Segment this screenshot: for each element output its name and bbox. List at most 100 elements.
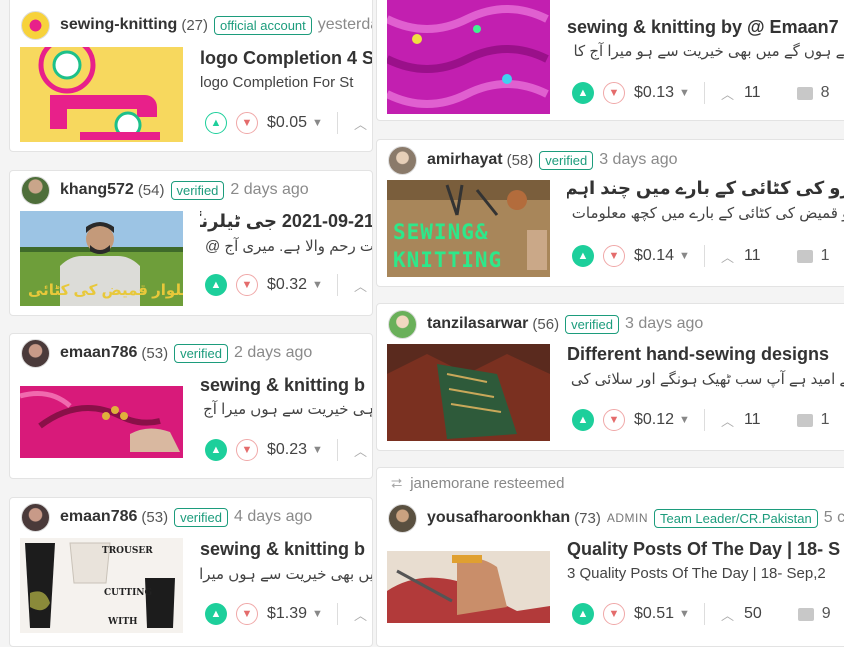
post-title[interactable]: logo Completion 4 S xyxy=(200,48,372,69)
post-summary[interactable]: سے ہوں گے میں بھی خیریت سے ہو میرا آج کا xyxy=(567,42,844,60)
post-card[interactable]: khang572 (54) verified 2 days ago سیلوار… xyxy=(9,170,373,316)
post-thumbnail[interactable]: سیلوار قمیض کی کٹائی xyxy=(20,211,183,306)
post-card[interactable]: emaan786 (53) verified 2 days ago sewing… xyxy=(9,333,373,479)
post-thumbnail[interactable] xyxy=(387,551,550,623)
votes-chevron-icon[interactable]: ︿ xyxy=(721,605,734,624)
post-summary[interactable]: 3 Quality Posts Of The Day | 18- Sep,2 xyxy=(567,565,844,582)
resteem-label[interactable]: janemorane resteemed xyxy=(410,475,564,492)
downvote-button[interactable]: ▼ xyxy=(603,245,625,267)
payout-dropdown-icon[interactable]: ▼ xyxy=(312,444,323,456)
post-time[interactable]: 5 c xyxy=(824,509,844,527)
author-name[interactable]: yousafharoonkhan xyxy=(427,509,570,527)
votes-chevron-icon[interactable]: ︿ xyxy=(354,114,367,133)
post-title[interactable]: sewing & knitting by @ Emaan7 xyxy=(567,17,844,38)
avatar[interactable] xyxy=(388,503,417,533)
post-card[interactable]: amirhayat (58) verified 3 days ago SEWIN… xyxy=(376,139,844,287)
post-title[interactable]: Different hand-sewing designs xyxy=(567,344,844,365)
post-card[interactable]: tanzilasarwar (56) verified 3 days ago D… xyxy=(376,303,844,451)
votes-chevron-icon[interactable]: ︿ xyxy=(354,276,367,295)
votes-chevron-icon[interactable]: ︿ xyxy=(721,411,734,430)
post-summary[interactable]: ت رحم والا ہے. میری آج @ ( xyxy=(200,237,372,255)
avatar[interactable] xyxy=(21,175,50,205)
downvote-button[interactable]: ▼ xyxy=(236,112,258,134)
downvote-button[interactable]: ▼ xyxy=(236,439,258,461)
post-card[interactable]: ⮂ janemorane resteemed yousafharoonkhan … xyxy=(376,467,844,647)
payout-dropdown-icon[interactable]: ▼ xyxy=(679,414,690,426)
downvote-button[interactable]: ▼ xyxy=(236,603,258,625)
author-name[interactable]: tanzilasarwar xyxy=(427,315,528,333)
post-title[interactable]: ازو کی کٹائی کے بارے میں چند اہم معلومات xyxy=(567,178,844,199)
avatar[interactable] xyxy=(388,309,417,339)
payout-dropdown-icon[interactable]: ▼ xyxy=(679,608,690,620)
payout-value[interactable]: $0.14 xyxy=(634,247,674,265)
votes-chevron-icon[interactable]: ︿ xyxy=(721,84,734,103)
votes-chevron-icon[interactable]: ︿ xyxy=(721,247,734,266)
payout-value[interactable]: $0.23 xyxy=(267,441,307,459)
author-name[interactable]: emaan786 xyxy=(60,508,137,526)
downvote-button[interactable]: ▼ xyxy=(236,274,258,296)
author-name[interactable]: sewing-knitting xyxy=(60,16,177,34)
author-name[interactable]: amirhayat xyxy=(427,151,503,169)
downvote-button[interactable]: ▼ xyxy=(603,603,625,625)
post-summary[interactable]: یں بھی خیریت سے ہوں میرا xyxy=(200,565,372,583)
payout-value[interactable]: $0.13 xyxy=(634,84,674,102)
payout-value[interactable]: $1.39 xyxy=(267,605,307,623)
votes-count[interactable]: 11 xyxy=(744,247,761,265)
votes-count[interactable]: 50 xyxy=(744,605,762,623)
votes-count[interactable]: 11 xyxy=(744,84,761,102)
payout-value[interactable]: $0.05 xyxy=(267,114,307,132)
payout-value[interactable]: $0.32 xyxy=(267,276,307,294)
upvote-button[interactable]: ▲ xyxy=(205,439,227,461)
votes-chevron-icon[interactable]: ︿ xyxy=(354,441,367,460)
upvote-button[interactable]: ▲ xyxy=(572,603,594,625)
downvote-button[interactable]: ▼ xyxy=(603,409,625,431)
post-thumbnail[interactable]: TROUSER CUTTING WITH xyxy=(20,538,183,633)
post-time[interactable]: 3 days ago xyxy=(599,151,677,169)
post-thumbnail[interactable] xyxy=(387,344,550,441)
avatar[interactable] xyxy=(21,10,50,40)
payout-dropdown-icon[interactable]: ▼ xyxy=(679,87,690,99)
post-thumbnail[interactable]: SEWING& KNITTING xyxy=(387,180,550,277)
upvote-button[interactable]: ▲ xyxy=(205,603,227,625)
post-thumbnail[interactable] xyxy=(20,47,183,142)
post-time[interactable]: 2 days ago xyxy=(234,344,312,362)
post-card[interactable]: sewing & knitting by @ Emaan7 سے ہوں گے … xyxy=(376,0,844,121)
post-summary[interactable]: ہے امید ہے آپ سب ٹھیک ہونگے اور سلائی کی xyxy=(567,370,844,388)
votes-count[interactable]: 11 xyxy=(744,411,761,429)
downvote-button[interactable]: ▼ xyxy=(603,82,625,104)
upvote-button[interactable]: ▲ xyxy=(205,274,227,296)
upvote-button[interactable]: ▲ xyxy=(205,112,227,134)
post-summary[interactable]: کو قمیض کی کٹائی کے بارے میں کچھ معلومات xyxy=(567,204,844,222)
upvote-button[interactable]: ▲ xyxy=(572,245,594,267)
post-thumbnail[interactable] xyxy=(387,0,550,114)
avatar[interactable] xyxy=(21,338,50,368)
post-title[interactable]: sewing & knitting b xyxy=(200,539,372,560)
author-name[interactable]: khang572 xyxy=(60,181,134,199)
payout-dropdown-icon[interactable]: ▼ xyxy=(312,117,323,129)
post-thumbnail[interactable] xyxy=(20,386,183,458)
post-time[interactable]: yesterday xyxy=(318,16,372,34)
post-time[interactable]: 4 days ago xyxy=(234,508,312,526)
post-summary[interactable]: ہی خیریت سے ہوں میرا آج کا xyxy=(200,400,372,418)
post-title[interactable]: Quality Posts Of The Day | 18- S xyxy=(567,539,844,560)
avatar[interactable] xyxy=(388,145,417,175)
post-card[interactable]: sewing-knitting (27) official account ye… xyxy=(9,0,373,152)
upvote-button[interactable]: ▲ xyxy=(572,409,594,431)
author-name[interactable]: emaan786 xyxy=(60,344,137,362)
post-title[interactable]: sewing & knitting b xyxy=(200,375,372,396)
payout-value[interactable]: $0.51 xyxy=(634,605,674,623)
post-time[interactable]: 2 days ago xyxy=(230,181,308,199)
comments-link[interactable]: 1 xyxy=(796,247,829,265)
comments-link[interactable]: 1 xyxy=(796,411,829,429)
post-title[interactable]: 2021-09-21 جی ٹیلرنگ xyxy=(200,211,372,232)
payout-value[interactable]: $0.12 xyxy=(634,411,674,429)
post-card[interactable]: emaan786 (53) verified 4 days ago TROUSE… xyxy=(9,497,373,647)
comments-link[interactable]: 9 xyxy=(797,605,831,623)
avatar[interactable] xyxy=(21,502,50,532)
post-time[interactable]: 3 days ago xyxy=(625,315,703,333)
payout-dropdown-icon[interactable]: ▼ xyxy=(312,608,323,620)
payout-dropdown-icon[interactable]: ▼ xyxy=(312,279,323,291)
comments-link[interactable]: 8 xyxy=(796,84,829,102)
post-summary[interactable]: logo Completion For St xyxy=(200,74,372,91)
upvote-button[interactable]: ▲ xyxy=(572,82,594,104)
